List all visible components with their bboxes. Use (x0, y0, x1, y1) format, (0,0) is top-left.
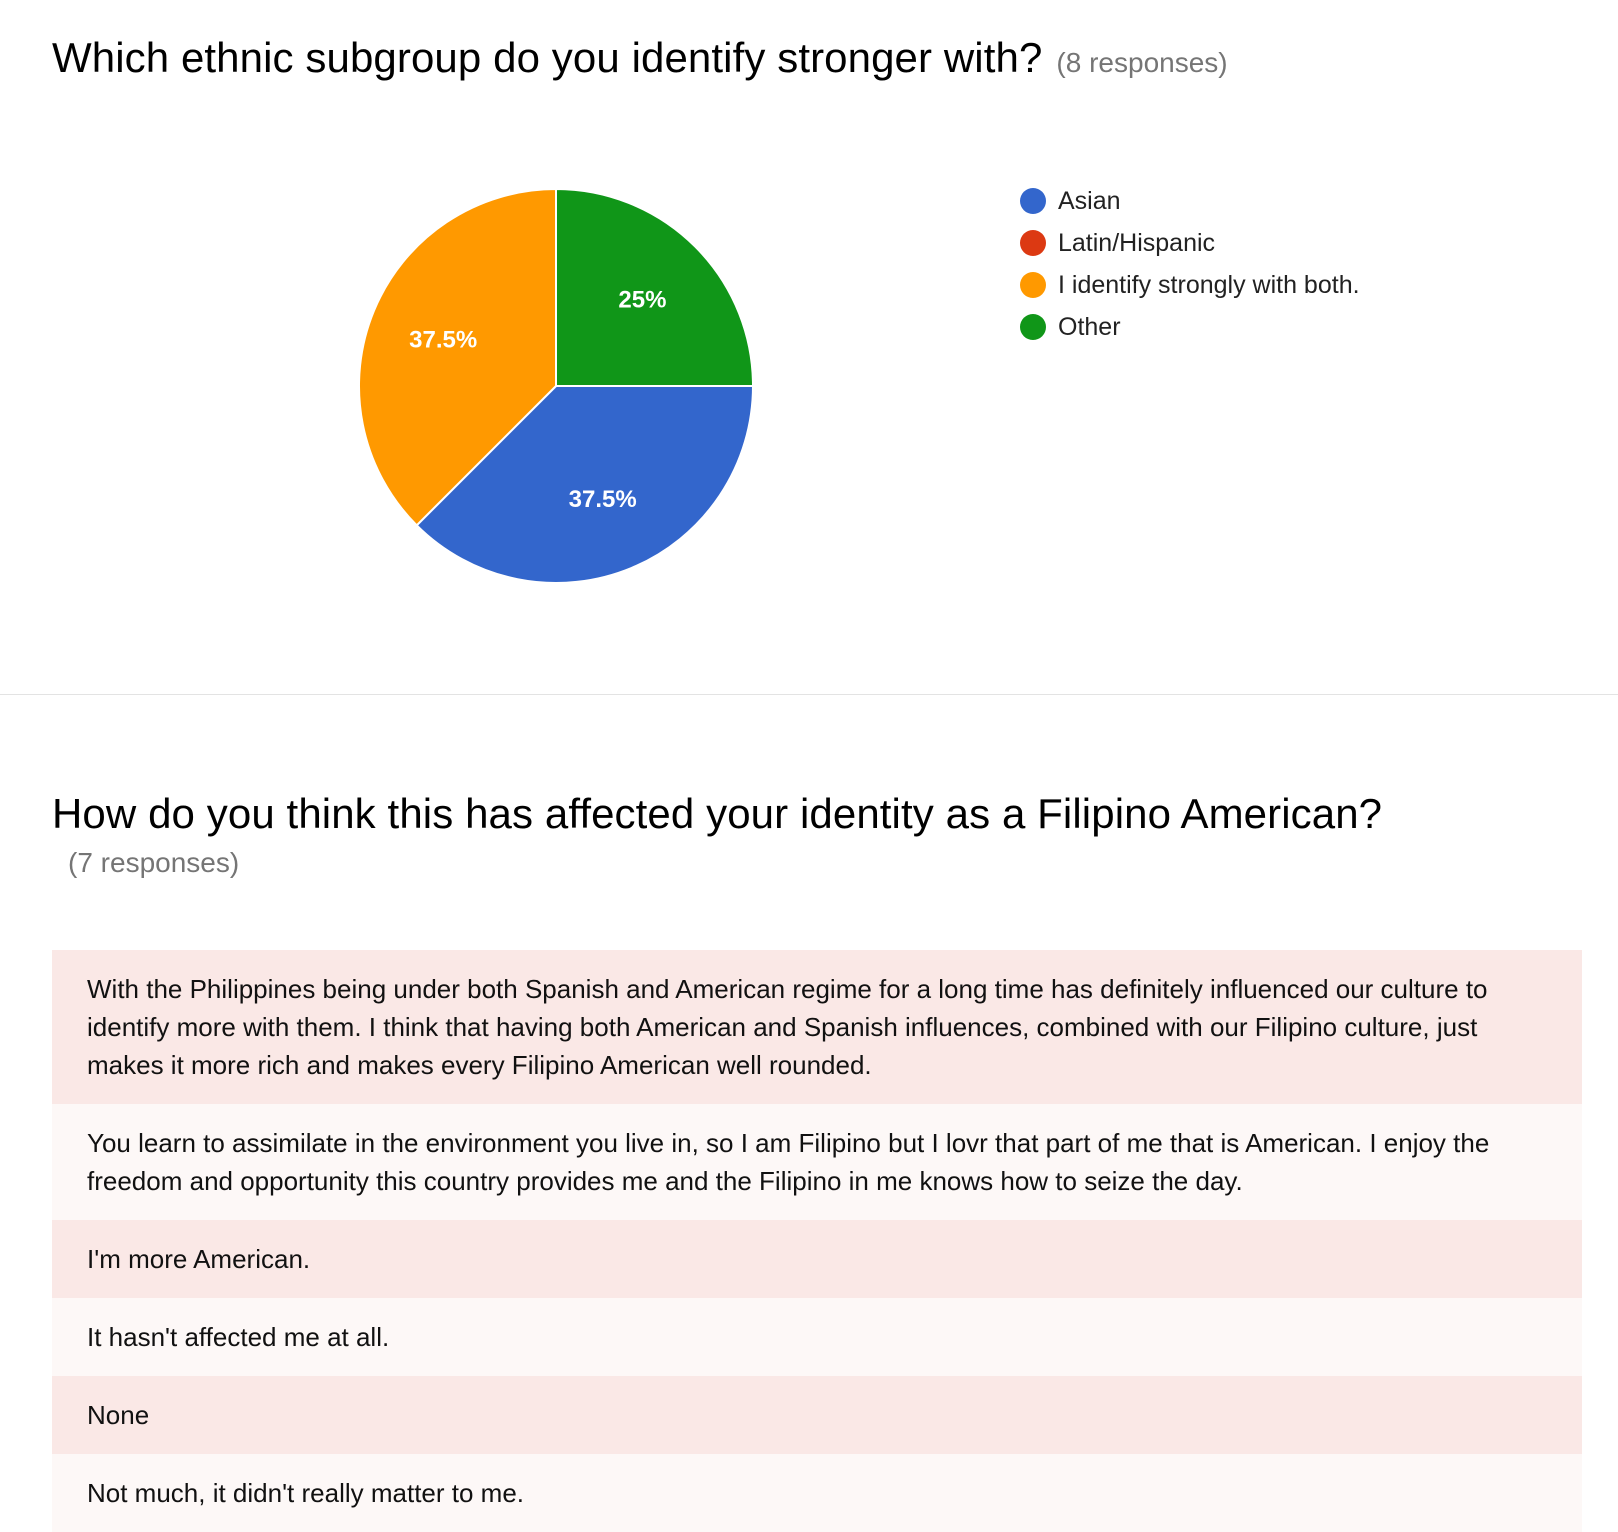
question-2-header: How do you think this has affected your … (52, 790, 1382, 838)
response-item: With the Philippines being under both Sp… (52, 950, 1582, 1104)
legend-label-other: Other (1058, 312, 1121, 341)
legend-item-other: Other (1020, 306, 1360, 348)
legend-item-latin-hispanic: Latin/Hispanic (1020, 222, 1360, 264)
response-item: Not much, it didn't really matter to me. (52, 1454, 1582, 1532)
response-item: You learn to assimilate in the environme… (52, 1104, 1582, 1220)
legend-swatch-other (1020, 314, 1046, 340)
legend-label-both: I identify strongly with both. (1058, 270, 1360, 299)
legend-swatch-latin-hispanic (1020, 230, 1046, 256)
response-item: I'm more American. (52, 1220, 1582, 1298)
pie-slice-label: 25% (618, 287, 666, 314)
response-item: None (52, 1376, 1582, 1454)
legend-item-both: I identify strongly with both. (1020, 264, 1360, 306)
legend-item-asian: Asian (1020, 180, 1360, 222)
question-2-title: How do you think this has affected your … (52, 790, 1383, 837)
response-item: It hasn't affected me at all. (52, 1298, 1582, 1376)
pie-chart: 25% 37.5% 37.5% (358, 187, 755, 584)
pie-slices (358, 187, 755, 584)
question-2-response-count: (7 responses) (68, 847, 240, 878)
chart-legend: Asian Latin/Hispanic I identify strongly… (1020, 180, 1360, 348)
response-list: With the Philippines being under both Sp… (52, 950, 1582, 1532)
legend-swatch-both (1020, 272, 1046, 298)
legend-swatch-asian (1020, 188, 1046, 214)
legend-label-latin-hispanic: Latin/Hispanic (1058, 228, 1216, 257)
pie-slice-label: 37.5% (569, 486, 637, 513)
legend-label-asian: Asian (1058, 186, 1121, 215)
section-divider (0, 694, 1618, 695)
pie-slice-label: 37.5% (409, 326, 477, 353)
